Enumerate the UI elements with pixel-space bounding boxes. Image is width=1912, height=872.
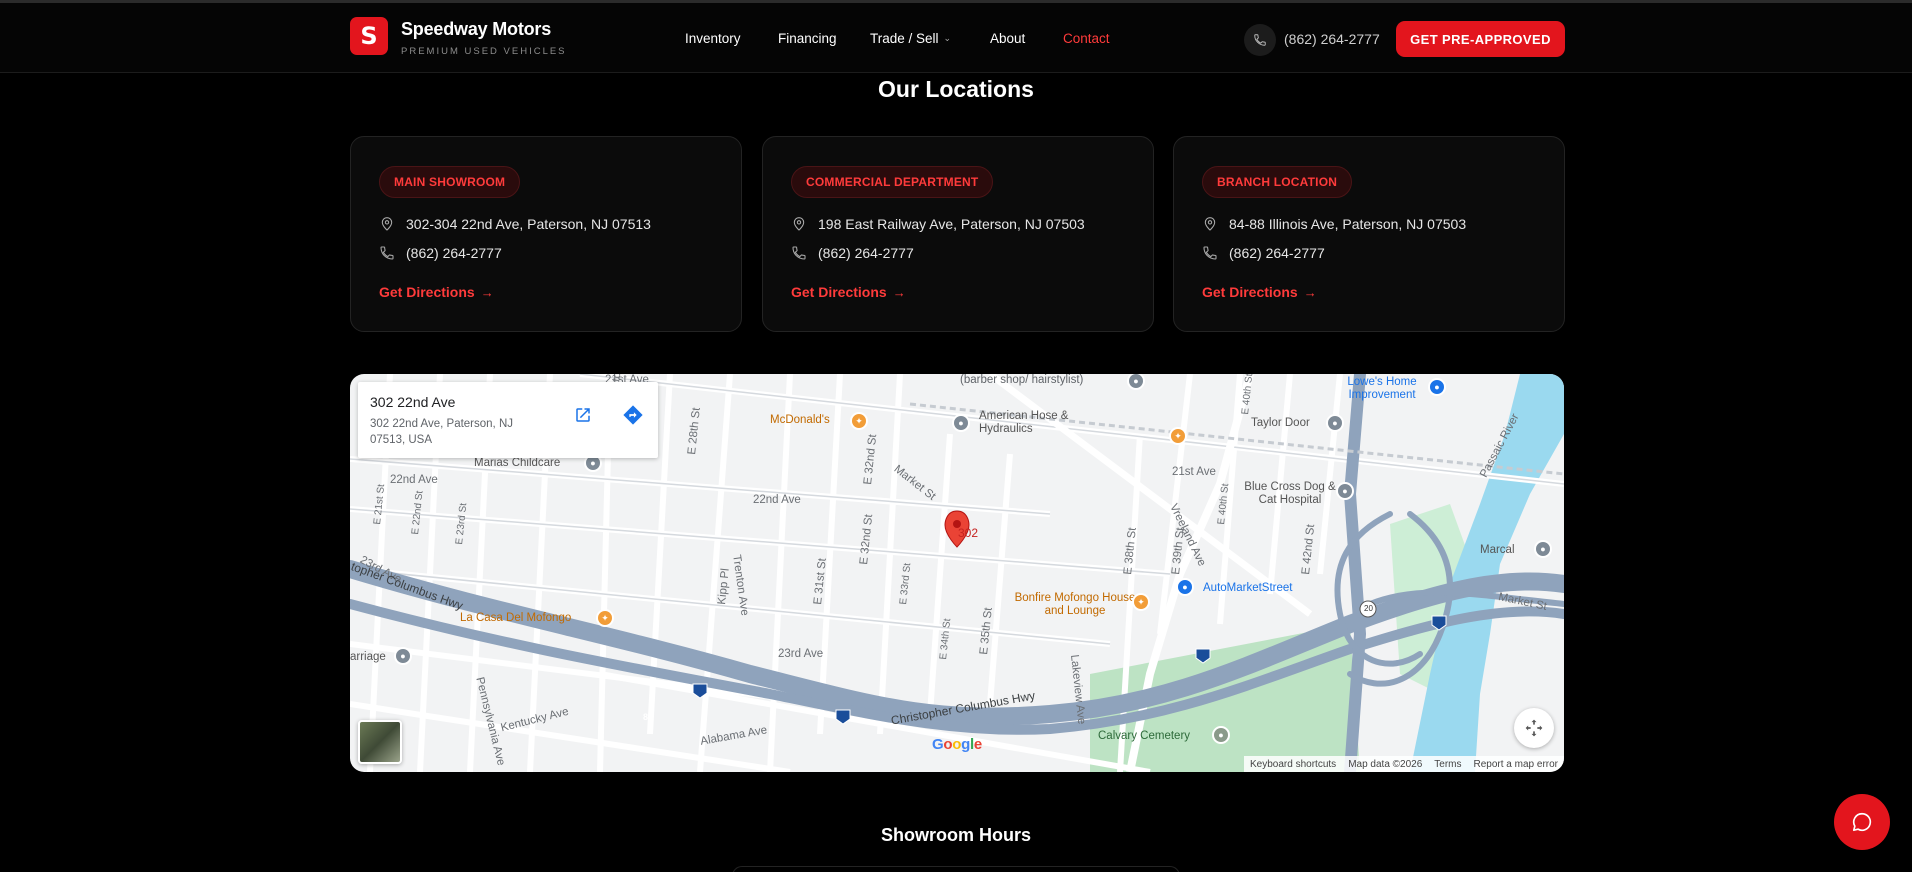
directions-label: Get Directions bbox=[379, 284, 475, 300]
map-data-text: Map data ©2026 bbox=[1348, 758, 1423, 770]
phone-icon bbox=[380, 246, 394, 260]
map-label: arriage bbox=[350, 651, 386, 663]
location-badge: MAIN SHOWROOM bbox=[379, 166, 521, 198]
open-external-icon[interactable] bbox=[570, 402, 596, 428]
hours-card bbox=[732, 866, 1180, 872]
location-card-main: MAIN SHOWROOM 302-304 22nd Ave, Paterson… bbox=[350, 136, 742, 332]
map-label: 23rd Ave bbox=[778, 648, 824, 660]
google-logo: Google bbox=[932, 736, 982, 753]
address-text: 302-304 22nd Ave, Paterson, NJ 07513 bbox=[406, 216, 651, 232]
restaurant-icon[interactable]: ✦ bbox=[596, 609, 614, 627]
phone-icon[interactable] bbox=[1244, 24, 1276, 56]
get-directions-link[interactable]: Get Directions → bbox=[379, 284, 494, 300]
directions-label: Get Directions bbox=[791, 284, 887, 300]
logo[interactable]: S bbox=[350, 17, 388, 55]
terms-link[interactable]: Terms bbox=[1428, 759, 1467, 770]
map-label: AutoMarketStreet bbox=[1203, 582, 1293, 594]
route-shield-label: 20 bbox=[1364, 604, 1373, 613]
location-address: 198 East Railway Ave, Paterson, NJ 07503 bbox=[791, 214, 1085, 234]
cemetery-icon[interactable]: ● bbox=[1212, 726, 1230, 744]
location-phone[interactable]: (862) 264-2777 bbox=[379, 243, 502, 263]
satellite-toggle-button[interactable] bbox=[358, 720, 402, 764]
location-card-commercial: COMMERCIAL DEPARTMENT 198 East Railway A… bbox=[762, 136, 1154, 332]
showroom-hours-title: Showroom Hours bbox=[880, 825, 1031, 845]
map-pin-icon bbox=[381, 217, 393, 231]
phone-text: (862) 264-2777 bbox=[1229, 245, 1325, 261]
restaurant-icon[interactable]: ✦ bbox=[850, 412, 868, 430]
restaurant-icon[interactable]: ✦ bbox=[1169, 427, 1187, 445]
map-label: Marcal bbox=[1480, 544, 1515, 556]
phone-text: (862) 264-2777 bbox=[406, 245, 502, 261]
phone-icon bbox=[1203, 246, 1217, 260]
map-pin-label: 302 bbox=[958, 526, 979, 540]
embedded-map[interactable]: 302 22nd Ave 22nd Ave 23rd Ave 23rd Ave … bbox=[350, 374, 1564, 772]
map-label: Calvary Cemetery bbox=[1098, 730, 1191, 742]
phone-text: (862) 264-2777 bbox=[818, 245, 914, 261]
info-address: 302 22nd Ave, Paterson, NJ 07513, USA bbox=[370, 418, 513, 446]
highway-shield-label: 80 bbox=[643, 712, 654, 722]
arrow-right-icon: → bbox=[480, 284, 494, 300]
map-label: Marias Childcare bbox=[474, 457, 561, 469]
map-pin-icon bbox=[1204, 217, 1216, 231]
map-label: 22nd Ave bbox=[753, 494, 801, 506]
phone-icon bbox=[792, 246, 806, 260]
header-phone-link[interactable]: (862) 264-2777 bbox=[1284, 31, 1380, 47]
location-card-branch: BRANCH LOCATION 84-88 Illinois Ave, Pate… bbox=[1173, 136, 1565, 332]
locations-title: Our Locations bbox=[878, 76, 1034, 102]
fullscreen-icon[interactable] bbox=[1514, 708, 1554, 748]
map-pin-icon bbox=[793, 217, 805, 231]
brand-tagline: PREMIUM USED VEHICLES bbox=[401, 46, 567, 57]
map-label: La Casa Del Mofongo bbox=[460, 612, 572, 624]
chat-button[interactable] bbox=[1834, 794, 1890, 850]
address-text: 84-88 Illinois Ave, Paterson, NJ 07503 bbox=[1229, 216, 1467, 232]
map-label: American Hose & Hydraulics bbox=[979, 410, 1069, 435]
location-phone[interactable]: (862) 264-2777 bbox=[791, 243, 914, 263]
map-info-window: 302 22nd Ave 302 22nd Ave, Paterson, NJ … bbox=[358, 382, 658, 458]
location-badge: COMMERCIAL DEPARTMENT bbox=[791, 166, 994, 198]
chat-bubble-icon bbox=[1852, 812, 1872, 832]
nav-trade-sell[interactable]: Trade / Sell ⌄ bbox=[870, 31, 951, 46]
map-label: Taylor Door bbox=[1251, 417, 1310, 429]
chevron-down-icon: ⌄ bbox=[943, 33, 952, 43]
nav-contact[interactable]: Contact bbox=[1063, 31, 1110, 46]
nav-about[interactable]: About bbox=[990, 31, 1025, 46]
map-poi-icon[interactable]: ● bbox=[952, 414, 970, 432]
location-badge: BRANCH LOCATION bbox=[1202, 166, 1353, 198]
address-text: 198 East Railway Ave, Paterson, NJ 07503 bbox=[818, 216, 1085, 232]
get-directions-link[interactable]: Get Directions → bbox=[791, 284, 906, 300]
map-poi-icon[interactable]: ● bbox=[1534, 540, 1552, 558]
directions-label: Get Directions bbox=[1202, 284, 1298, 300]
map-label: 22nd Ave bbox=[390, 474, 438, 486]
map-label: (barber shop/ hairstylist) bbox=[960, 374, 1084, 386]
nav-financing[interactable]: Financing bbox=[778, 31, 837, 46]
location-address: 84-88 Illinois Ave, Paterson, NJ 07503 bbox=[1202, 214, 1466, 234]
map-label: Blue Cross Dog & Cat Hospital bbox=[1244, 481, 1336, 506]
map-label: McDonald's bbox=[770, 414, 830, 426]
map-label: Bonfire Mofongo House and Lounge bbox=[1014, 592, 1136, 617]
report-map-error-link[interactable]: Report a map error bbox=[1468, 759, 1564, 770]
directions-icon[interactable] bbox=[620, 402, 646, 428]
nav-trade-sell-label: Trade / Sell bbox=[870, 31, 939, 46]
nav-inventory[interactable]: Inventory bbox=[685, 31, 741, 46]
restaurant-icon[interactable]: ✦ bbox=[1132, 593, 1150, 611]
keyboard-shortcuts-link[interactable]: Keyboard shortcuts bbox=[1244, 759, 1342, 770]
arrow-right-icon: → bbox=[892, 284, 906, 300]
shopping-bag-icon[interactable]: ● bbox=[1176, 578, 1194, 596]
get-pre-approved-button[interactable]: GET PRE-APPROVED bbox=[1396, 21, 1565, 57]
map-label: 21st Ave bbox=[1172, 466, 1216, 478]
map-attribution: Keyboard shortcuts Map data ©2026 Terms … bbox=[1244, 756, 1564, 772]
site-header: S Speedway Motors PREMIUM USED VEHICLES … bbox=[0, 3, 1912, 73]
arrow-right-icon: → bbox=[1303, 284, 1317, 300]
map-poi-icon[interactable]: ● bbox=[1336, 482, 1354, 500]
brand-name[interactable]: Speedway Motors bbox=[401, 19, 551, 40]
location-phone[interactable]: (862) 264-2777 bbox=[1202, 243, 1325, 263]
get-directions-link[interactable]: Get Directions → bbox=[1202, 284, 1317, 300]
info-title: 302 22nd Ave bbox=[370, 394, 456, 410]
map-label: Lowe's Home Improvement bbox=[1347, 376, 1417, 401]
logo-letter: S bbox=[360, 22, 378, 50]
map-poi-icon[interactable]: ● bbox=[1326, 414, 1344, 432]
shopping-bag-icon[interactable]: ● bbox=[1428, 378, 1446, 396]
location-address: 302-304 22nd Ave, Paterson, NJ 07513 bbox=[379, 214, 651, 234]
map-poi-icon[interactable]: ● bbox=[394, 647, 412, 665]
